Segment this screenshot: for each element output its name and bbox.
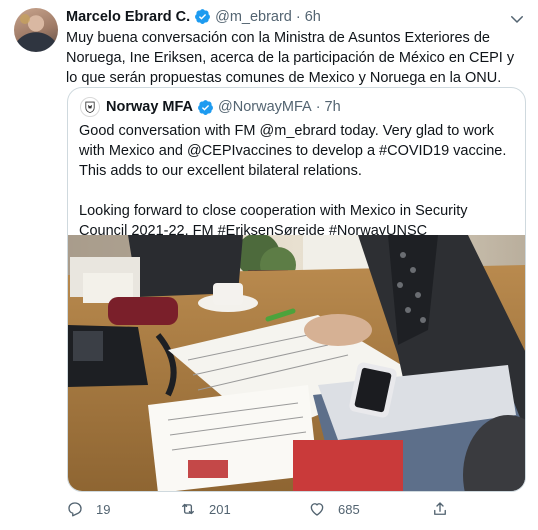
- norway-crest-icon: [85, 101, 95, 114]
- quoted-text: Good conversation with FM @m_ebrard toda…: [79, 123, 507, 239]
- quoted-author-handle[interactable]: @NorwayMFA: [218, 99, 312, 115]
- retweet-action[interactable]: 201: [179, 500, 231, 518]
- tweet-actions: 19 201 685: [66, 500, 466, 522]
- tweet-header: Marcelo Ebrard C. @m_ebrard · 6h: [66, 8, 321, 25]
- retweet-count: 201: [209, 501, 231, 517]
- separator-dot: ·: [295, 8, 301, 25]
- tweet-time[interactable]: 6h: [305, 9, 321, 25]
- reply-action[interactable]: 19: [66, 500, 110, 518]
- share-action[interactable]: [431, 500, 461, 518]
- quoted-tweet[interactable]: Norway MFA @NorwayMFA · 7h Good conversa…: [67, 87, 526, 492]
- reply-count: 19: [96, 501, 111, 517]
- quoted-time[interactable]: 7h: [325, 99, 341, 115]
- author-handle[interactable]: @m_ebrard: [215, 9, 292, 25]
- verified-icon: [198, 99, 213, 115]
- quoted-author-display-name[interactable]: Norway MFA: [106, 99, 193, 115]
- reply-icon: [68, 502, 82, 517]
- quoted-photo[interactable]: [68, 235, 526, 492]
- caret-down-icon[interactable]: [508, 10, 526, 28]
- separator-dot: ·: [315, 99, 321, 115]
- tweet[interactable]: Marcelo Ebrard C. @m_ebrard · 6h Muy bue…: [0, 0, 538, 530]
- share-icon: [434, 502, 446, 515]
- avatar-emblem: [20, 14, 30, 24]
- quoted-author-avatar[interactable]: [80, 97, 100, 117]
- like-action[interactable]: 685: [308, 500, 360, 518]
- like-count: 685: [338, 501, 360, 517]
- tweet-text: Muy buena conversación con la Ministra d…: [66, 30, 515, 86]
- like-icon: [310, 503, 324, 516]
- retweet-icon: [182, 503, 194, 515]
- verified-icon: [195, 9, 211, 24]
- author-display-name[interactable]: Marcelo Ebrard C.: [66, 9, 190, 25]
- author-avatar[interactable]: [14, 8, 58, 52]
- quoted-header: Norway MFA @NorwayMFA · 7h: [80, 97, 341, 117]
